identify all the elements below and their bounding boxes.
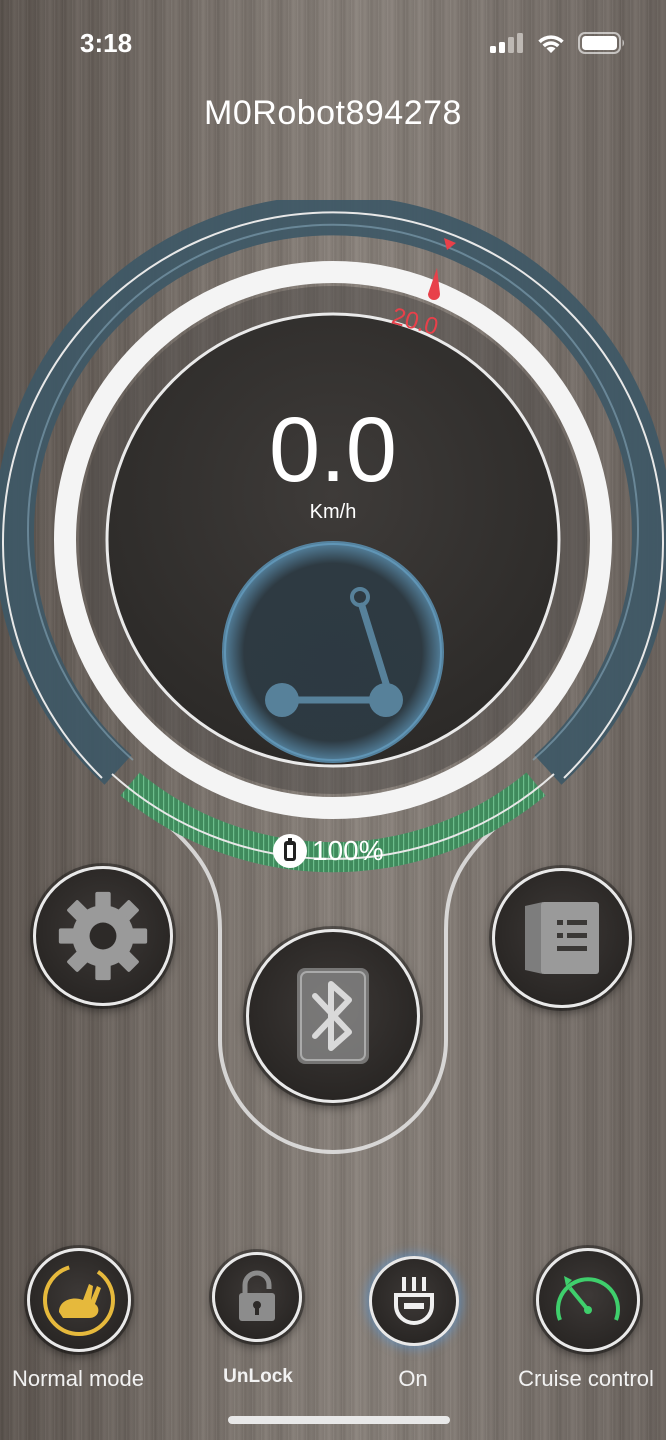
headlight-icon xyxy=(394,1277,434,1326)
bluetooth-icon xyxy=(297,968,369,1064)
speed-unit: Km/h xyxy=(309,501,357,523)
gear-icon xyxy=(58,891,148,981)
cruise-control-label: Cruise control xyxy=(518,1366,654,1391)
lock-label: UnLock xyxy=(223,1366,293,1387)
battery-status-icon xyxy=(578,32,625,54)
mode-label: Normal mode xyxy=(11,1366,145,1391)
speedometer-gauge-icon xyxy=(556,1276,620,1321)
lock-button[interactable] xyxy=(212,1252,302,1342)
home-indicator[interactable] xyxy=(228,1416,450,1424)
cruise-control-button[interactable] xyxy=(536,1248,640,1352)
unlock-icon xyxy=(239,1270,275,1321)
status-icons xyxy=(490,32,626,54)
light-label: On xyxy=(398,1366,428,1391)
device-name-title: M0Robot894278 xyxy=(204,94,462,132)
mode-button[interactable] xyxy=(27,1248,131,1352)
battery-badge-icon xyxy=(273,834,307,868)
scooter-emblem xyxy=(222,541,444,763)
bluetooth-button[interactable] xyxy=(246,929,420,1103)
cellular-signal-icon xyxy=(490,33,523,53)
status-time: 3:18 xyxy=(80,28,133,58)
light-button[interactable] xyxy=(369,1256,459,1346)
wifi-icon xyxy=(538,35,564,53)
rabbit-icon xyxy=(43,1264,115,1336)
battery-percent: 100% xyxy=(312,835,384,866)
speed-value: 0.0 xyxy=(269,399,397,501)
settings-button[interactable] xyxy=(33,866,173,1006)
book-icon xyxy=(525,902,599,974)
manual-button[interactable] xyxy=(492,868,632,1008)
